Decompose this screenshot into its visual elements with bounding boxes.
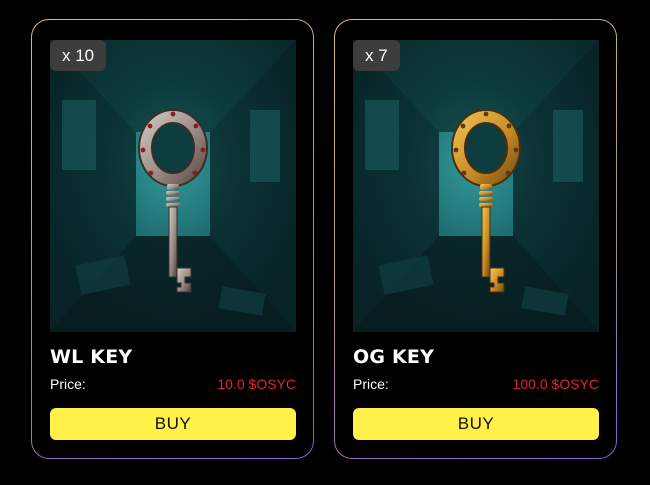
price-label: Price: — [353, 376, 389, 392]
price-row: Price: 100.0 $OSYC — [353, 376, 599, 392]
price-label: Price: — [50, 376, 86, 392]
price-value: 100.0 $OSYC — [512, 376, 599, 392]
quantity-badge: x 7 — [353, 40, 400, 71]
card-title: WL KEY — [50, 346, 133, 368]
key-image: x 10 — [50, 40, 296, 332]
card-title: OG KEY — [353, 346, 435, 368]
price-row: Price: 10.0 $OSYC — [50, 376, 296, 392]
buy-button[interactable]: BUY — [353, 408, 599, 440]
price-value: 10.0 $OSYC — [217, 376, 296, 392]
key-illustration — [353, 40, 599, 332]
key-card-og: x 7 OG KEY Price: 100.0 $OSYC BUY — [334, 19, 617, 459]
key-shop-grid: x 10 WL KEY Price: 10.0 $OSYC BUY x 7 OG… — [0, 0, 650, 485]
key-illustration — [50, 40, 296, 332]
key-image: x 7 — [353, 40, 599, 332]
buy-button[interactable]: BUY — [50, 408, 296, 440]
quantity-badge: x 10 — [50, 40, 107, 71]
key-card-wl: x 10 WL KEY Price: 10.0 $OSYC BUY — [31, 19, 314, 459]
